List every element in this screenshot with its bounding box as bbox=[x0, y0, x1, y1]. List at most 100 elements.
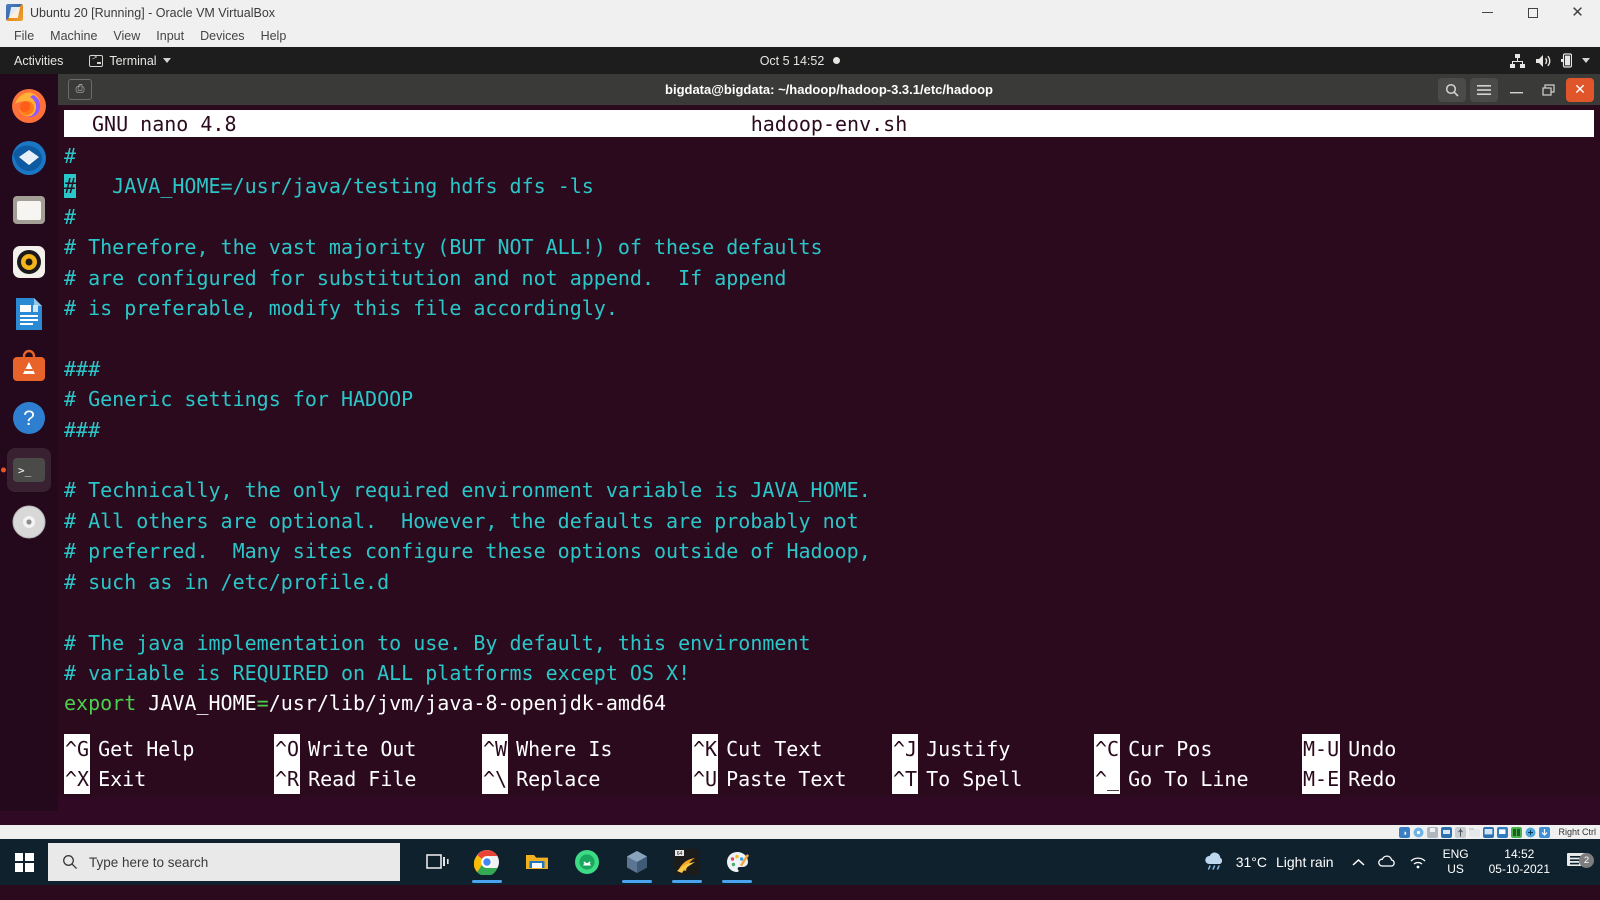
nano-line: # are configured for substitution and no… bbox=[64, 263, 1600, 293]
dock-item-help[interactable]: ? bbox=[7, 396, 51, 440]
nano-line: # such as in /etc/profile.d bbox=[64, 567, 1600, 597]
taskbar-button-virtualbox[interactable] bbox=[612, 839, 662, 885]
nano-shortcut-key: ^X bbox=[64, 764, 91, 794]
files-icon bbox=[13, 196, 45, 224]
nano-text-segment: JAVA_HOME=/usr/java/testing hdfs dfs -ls bbox=[76, 174, 594, 199]
thunderbird-icon bbox=[12, 141, 46, 175]
taskbar-button-file-explorer[interactable] bbox=[512, 839, 562, 885]
taskbar-button-winrar[interactable]: 64 bbox=[662, 839, 712, 885]
google-chrome-icon bbox=[474, 850, 499, 875]
taskbar-button-google-chrome[interactable] bbox=[462, 839, 512, 885]
nano-shortcut[interactable]: ^K Cut Text bbox=[692, 734, 822, 764]
nano-text-segment: # is preferable, modify this file accord… bbox=[64, 296, 618, 321]
taskbar-app-buttons: 64 bbox=[412, 839, 762, 885]
language-line-1: ENG bbox=[1442, 847, 1469, 861]
nano-line: # preferred. Many sites configure these … bbox=[64, 536, 1600, 566]
nano-shortcut[interactable]: ^\ Replace bbox=[482, 764, 600, 794]
nano-shortcut[interactable]: ^X Exit bbox=[64, 764, 146, 794]
dock-item-thunderbird[interactable] bbox=[7, 136, 51, 180]
nano-shortcut-key: ^O bbox=[274, 734, 301, 764]
system-tray: 31°C Light rain ENG US 14:52 05-10-2021 … bbox=[1203, 839, 1600, 885]
dock-item-rhythmbox[interactable] bbox=[7, 240, 51, 284]
start-button[interactable] bbox=[0, 839, 48, 885]
nano-shortcut[interactable]: ^G Get Help bbox=[64, 734, 194, 764]
dock-item-terminal[interactable]: >_ bbox=[7, 448, 51, 492]
nano-text-segment: # Technically, the only required environ… bbox=[64, 478, 871, 503]
dock-item-libreoffice-writer[interactable] bbox=[7, 292, 51, 336]
rhythmbox-icon bbox=[13, 246, 45, 278]
nano-shortcut[interactable]: M-U Undo bbox=[1302, 734, 1396, 764]
menu-machine[interactable]: Machine bbox=[42, 27, 105, 45]
nano-shortcut-label: Get Help bbox=[98, 737, 195, 761]
nano-line: # bbox=[64, 202, 1600, 232]
windows-logo-icon bbox=[14, 852, 34, 872]
menu-input[interactable]: Input bbox=[148, 27, 192, 45]
gnome-clock[interactable]: Oct 5 14:52 bbox=[0, 54, 1600, 68]
search-icon[interactable] bbox=[1438, 77, 1466, 102]
terminal-minimize-button[interactable] bbox=[1502, 78, 1530, 102]
terminal-window-controls: ✕ bbox=[1438, 77, 1594, 102]
hamburger-menu-icon[interactable] bbox=[1470, 77, 1498, 102]
nano-shortcut-key: ^_ bbox=[1094, 764, 1121, 794]
menu-devices[interactable]: Devices bbox=[192, 27, 252, 45]
taskbar-button-android-studio[interactable] bbox=[562, 839, 612, 885]
wifi-tray-button[interactable] bbox=[1403, 839, 1433, 885]
notification-count-badge: 2 bbox=[1579, 852, 1594, 868]
menu-file[interactable]: File bbox=[6, 27, 42, 45]
search-placeholder: Type here to search bbox=[89, 854, 209, 870]
nano-shortcut[interactable]: ^T To Spell bbox=[892, 764, 1022, 794]
nano-shortcut[interactable]: ^J Justify bbox=[892, 734, 1010, 764]
terminal-close-button[interactable]: ✕ bbox=[1566, 77, 1594, 102]
menu-view[interactable]: View bbox=[105, 27, 148, 45]
weather-widget[interactable]: 31°C Light rain bbox=[1203, 852, 1346, 872]
nano-shortcut-row-2: ^X Exit ^R Read File ^\ Replace ^U Paste Text ^T… bbox=[64, 764, 1600, 794]
nano-text-segment: # Therefore, the vast majority (BUT NOT … bbox=[64, 235, 823, 260]
vbox-maximize-button[interactable] bbox=[1510, 0, 1555, 25]
hdd-icon: ◑ bbox=[1399, 826, 1411, 838]
dock-item-firefox[interactable] bbox=[7, 84, 51, 128]
language-indicator[interactable]: ENG US bbox=[1433, 847, 1479, 877]
usb-icon bbox=[1455, 826, 1467, 838]
terminal-maximize-button[interactable] bbox=[1534, 78, 1562, 102]
nano-shortcut[interactable]: ^U Paste Text bbox=[692, 764, 847, 794]
terminal-content[interactable]: GNU nano 4.8 hadoop-env.sh # # JAVA_HOME=… bbox=[58, 105, 1600, 797]
nano-line: ### bbox=[64, 415, 1600, 445]
vbox-close-button[interactable]: ✕ bbox=[1555, 0, 1600, 25]
nano-shortcut[interactable]: ^C Cur Pos bbox=[1094, 734, 1212, 764]
nano-line: # All others are optional. However, the … bbox=[64, 506, 1600, 536]
search-input[interactable]: Type here to search bbox=[48, 843, 400, 881]
nano-editor-text[interactable]: # # JAVA_HOME=/usr/java/testing hdfs dfs … bbox=[58, 137, 1600, 719]
taskbar-clock[interactable]: 14:52 05-10-2021 bbox=[1479, 847, 1560, 877]
nano-shortcut[interactable]: ^O Write Out bbox=[274, 734, 416, 764]
gnome-system-tray[interactable] bbox=[1510, 53, 1590, 68]
running-indicator bbox=[472, 880, 502, 883]
onedrive-tray-button[interactable] bbox=[1371, 839, 1403, 885]
taskbar-button-paint[interactable] bbox=[712, 839, 762, 885]
show-hidden-icons-button[interactable] bbox=[1346, 839, 1371, 885]
nano-line: # variable is REQUIRED on ALL platforms … bbox=[64, 658, 1600, 688]
chevron-up-icon bbox=[1352, 858, 1365, 866]
new-tab-icon[interactable]: ⎙ bbox=[68, 79, 92, 100]
terminal-icon bbox=[89, 53, 104, 67]
app-menu-terminal[interactable]: Terminal bbox=[89, 53, 171, 68]
dock-item-files[interactable] bbox=[7, 188, 51, 232]
nano-shortcut-label: Read File bbox=[308, 767, 417, 791]
nano-shortcut[interactable]: M-E Redo bbox=[1302, 764, 1396, 794]
activities-button[interactable]: Activities bbox=[0, 54, 75, 68]
svg-text:>_: >_ bbox=[18, 464, 32, 477]
nano-shortcut-key: M-U bbox=[1302, 734, 1341, 764]
menu-help[interactable]: Help bbox=[253, 27, 295, 45]
dock-item-disk-image[interactable] bbox=[7, 500, 51, 544]
notification-center-button[interactable]: 2 bbox=[1560, 850, 1600, 875]
vbox-minimize-button[interactable] bbox=[1465, 0, 1510, 25]
nano-shortcut-label: Replace bbox=[516, 767, 601, 791]
nano-shortcut[interactable]: ^W Where Is bbox=[482, 734, 612, 764]
nano-line bbox=[64, 597, 1600, 627]
chevron-down-icon bbox=[1582, 58, 1590, 63]
gnome-clock-label: Oct 5 14:52 bbox=[759, 53, 825, 68]
nano-shortcut[interactable]: ^R Read File bbox=[274, 764, 416, 794]
nano-text-segment: # such as in /etc/profile.d bbox=[64, 569, 390, 594]
dock-item-ubuntu-software[interactable] bbox=[7, 344, 51, 388]
nano-shortcut[interactable]: ^_ Go To Line bbox=[1094, 764, 1249, 794]
taskbar-button-task-view[interactable] bbox=[412, 839, 462, 885]
